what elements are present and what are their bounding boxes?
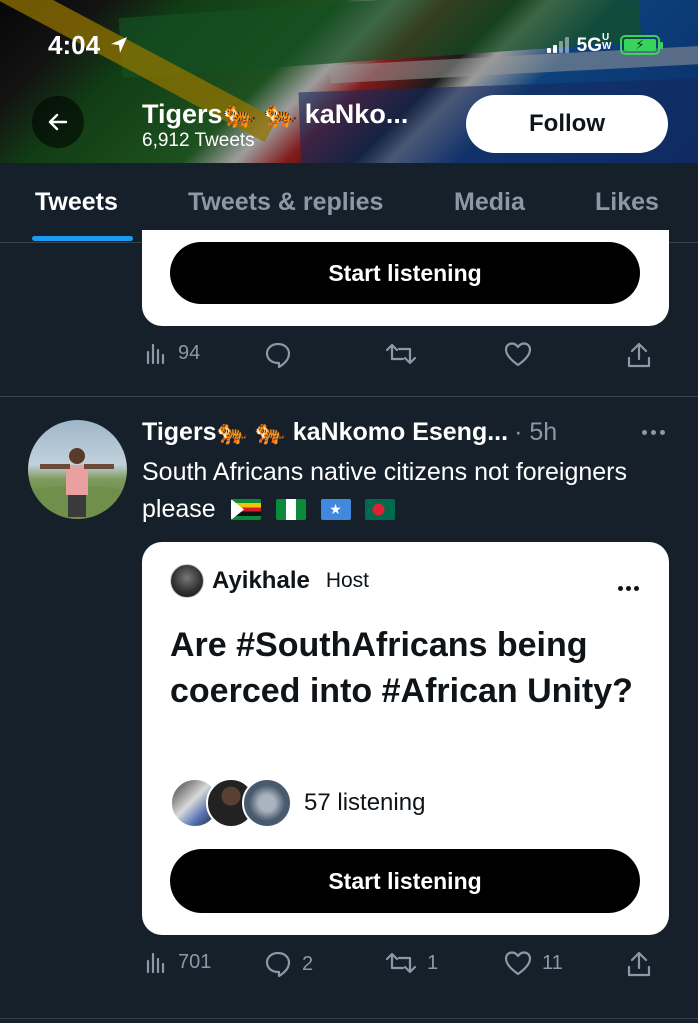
more-options-icon[interactable] — [638, 420, 668, 444]
active-tab-indicator — [32, 236, 133, 241]
share-icon — [627, 342, 651, 368]
like-action[interactable]: 11 — [504, 950, 563, 976]
space-card[interactable]: Ayikhale Host Are #SouthAfricans being c… — [142, 542, 669, 935]
profile-name-block: Tigers🐅 🐅 kaNko... 6,912 Tweets — [142, 98, 408, 152]
profile-display-name: Tigers🐅 🐅 kaNko... — [142, 99, 409, 129]
avatar[interactable] — [28, 420, 127, 519]
listening-count: 57 listening — [304, 789, 426, 816]
host-tag: Host — [325, 569, 370, 592]
tweet-text: South Africans native citizens not forei… — [142, 454, 662, 528]
tab-likes[interactable]: Likes — [595, 188, 659, 217]
profile-header-banner: 4:04 5GUW ⚡ Tigers🐅 🐅 kaNko... 6,912 Twe… — [0, 0, 698, 163]
somalia-flag-icon: ★ — [320, 499, 351, 520]
analytics-icon — [146, 952, 165, 974]
reply-action[interactable]: 2 — [264, 950, 313, 978]
tweet-timestamp[interactable]: · 5h — [514, 418, 557, 447]
space-listeners: 57 listening — [170, 778, 425, 828]
status-time: 4:04 — [48, 30, 129, 61]
bangladesh-flag-icon — [365, 499, 396, 520]
reply-count: 2 — [302, 952, 314, 975]
location-arrow-icon — [111, 37, 128, 53]
host-avatar — [170, 564, 204, 598]
back-arrow-icon — [48, 113, 68, 131]
follow-button[interactable]: Follow — [466, 95, 668, 153]
views-action[interactable]: 701 — [146, 950, 211, 974]
retweet-icon — [385, 343, 417, 365]
tweet-divider — [0, 396, 698, 397]
start-listening-button[interactable]: Start listening — [170, 242, 640, 304]
share-action[interactable] — [626, 950, 652, 978]
retweet-action[interactable]: 1 — [385, 950, 438, 976]
tab-tweets[interactable]: Tweets — [35, 188, 118, 217]
reply-action[interactable] — [264, 341, 292, 369]
heart-icon — [504, 951, 532, 976]
nigeria-flag-icon — [275, 499, 306, 520]
space-card[interactable]: Start listening — [142, 230, 669, 326]
signal-icon — [546, 37, 569, 53]
views-action[interactable]: 94 — [146, 341, 200, 365]
reply-icon — [265, 951, 291, 978]
views-count: 701 — [178, 950, 212, 973]
like-count: 11 — [542, 951, 563, 974]
tweet-actions: 94 — [142, 341, 662, 373]
retweet-action[interactable] — [385, 341, 417, 367]
tab-media[interactable]: Media — [454, 188, 525, 217]
retweet-count: 1 — [427, 951, 439, 974]
listener-avatar — [242, 778, 292, 828]
battery-icon: ⚡ — [620, 35, 663, 55]
tweet-author-name[interactable]: Tigers🐅 🐅 kaNkomo Eseng... — [142, 418, 508, 447]
tweet-divider — [0, 1018, 698, 1019]
retweet-icon — [385, 952, 417, 974]
tweet-actions: 701 2 1 11 — [142, 950, 662, 982]
space-title: Are #SouthAfricans being coerced into #A… — [170, 626, 633, 710]
start-listening-button[interactable]: Start listening — [170, 849, 640, 913]
back-button[interactable] — [32, 96, 84, 148]
tab-tweets-and-replies[interactable]: Tweets & replies — [188, 188, 383, 217]
network-label: 5GUW — [576, 32, 612, 57]
tweet-header: Tigers🐅 🐅 kaNkomo Eseng... · 5h — [142, 418, 557, 447]
zimbabwe-flag-icon — [230, 499, 261, 520]
like-action[interactable] — [504, 341, 532, 367]
share-icon — [627, 951, 651, 977]
share-action[interactable] — [626, 341, 652, 369]
analytics-icon — [146, 343, 165, 365]
space-host: Ayikhale Host — [170, 564, 369, 598]
time-text: 4:04 — [48, 30, 101, 60]
space-more-icon[interactable] — [618, 586, 639, 591]
status-indicators: 5GUW ⚡ — [546, 32, 663, 57]
views-count: 94 — [178, 341, 201, 364]
reply-icon — [265, 342, 291, 369]
avatar-person-image — [28, 448, 127, 519]
tweet-count: 6,912 Tweets — [142, 130, 255, 151]
host-name: Ayikhale — [212, 567, 310, 594]
heart-icon — [504, 342, 532, 367]
